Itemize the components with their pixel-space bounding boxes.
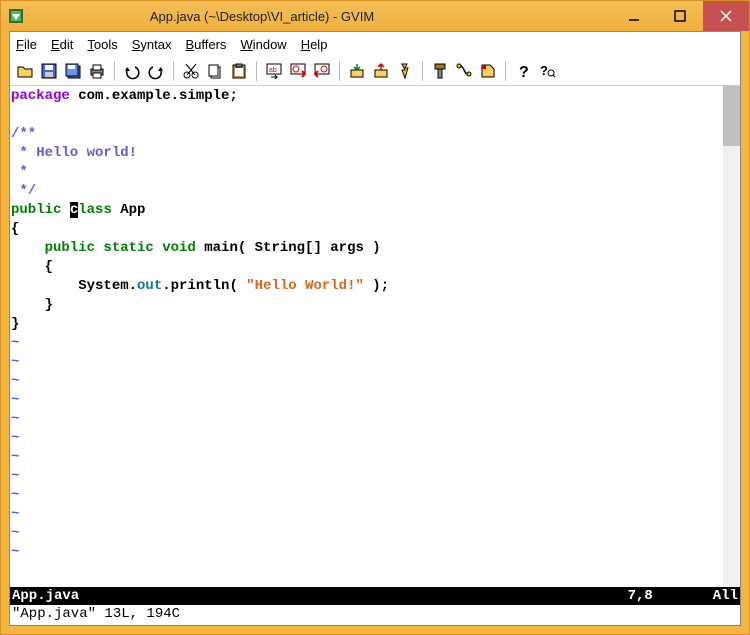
command-line[interactable]: "App.java" 13L, 194C (10, 605, 740, 625)
menu-buffers[interactable]: Buffers (185, 37, 226, 52)
svg-text:?: ? (519, 64, 529, 80)
toolbar: ab ? ? (10, 56, 740, 86)
paste-icon[interactable] (228, 60, 250, 82)
menu-syntax[interactable]: Syntax (132, 37, 172, 52)
window: App.java (~\Desktop\VI_article) - GVIM F… (0, 0, 750, 635)
status-filename: App.java (12, 588, 628, 604)
window-controls (611, 1, 749, 31)
save-session-icon[interactable] (370, 60, 392, 82)
code-area[interactable]: package com.example.simple; /** * Hello … (10, 86, 723, 587)
app-icon (7, 7, 25, 25)
redo-icon[interactable] (145, 60, 167, 82)
minimize-button[interactable] (611, 1, 657, 31)
vertical-scrollbar[interactable] (723, 86, 740, 587)
undo-icon[interactable] (121, 60, 143, 82)
editor: package com.example.simple; /** * Hello … (10, 86, 740, 587)
menu-window[interactable]: Window (240, 37, 286, 52)
shell-icon[interactable] (453, 60, 475, 82)
statusbar: App.java 7,8 All (10, 587, 740, 605)
cut-icon[interactable] (180, 60, 202, 82)
scrollbar-thumb[interactable] (723, 86, 740, 146)
open-icon[interactable] (14, 60, 36, 82)
menubar: File Edit Tools Syntax Buffers Window He… (10, 32, 740, 56)
svg-text:ab: ab (269, 67, 277, 74)
status-scroll: All (713, 588, 738, 604)
window-title: App.java (~\Desktop\VI_article) - GVIM (33, 9, 611, 24)
menu-file[interactable]: File (16, 37, 37, 52)
replace-icon[interactable]: ab (263, 60, 285, 82)
print-icon[interactable] (86, 60, 108, 82)
svg-text:?: ? (540, 63, 548, 78)
client-area: File Edit Tools Syntax Buffers Window He… (9, 31, 741, 626)
menu-help[interactable]: Help (301, 37, 328, 52)
find-help-icon[interactable]: ? (536, 60, 558, 82)
load-session-icon[interactable] (346, 60, 368, 82)
status-position: 7,8 (628, 588, 653, 604)
run-script-icon[interactable] (394, 60, 416, 82)
tags-icon[interactable] (477, 60, 499, 82)
find-prev-icon[interactable] (311, 60, 333, 82)
cursor: c (70, 202, 78, 218)
menu-tools[interactable]: Tools (87, 37, 117, 52)
maximize-button[interactable] (657, 1, 703, 31)
titlebar[interactable]: App.java (~\Desktop\VI_article) - GVIM (1, 1, 749, 31)
menu-edit[interactable]: Edit (51, 37, 73, 52)
save-all-icon[interactable] (62, 60, 84, 82)
make-icon[interactable] (429, 60, 451, 82)
copy-icon[interactable] (204, 60, 226, 82)
help-icon[interactable]: ? (512, 60, 534, 82)
find-next-icon[interactable] (287, 60, 309, 82)
close-button[interactable] (703, 1, 749, 31)
save-icon[interactable] (38, 60, 60, 82)
